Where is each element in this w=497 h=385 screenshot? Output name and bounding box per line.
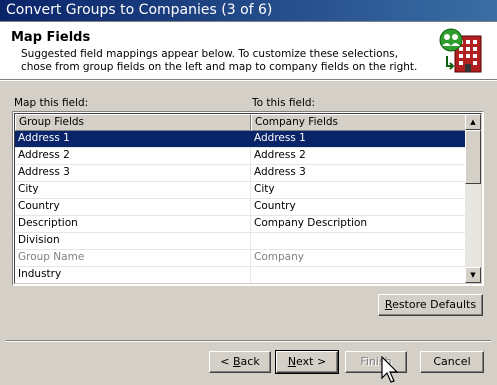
footer-separator	[6, 340, 491, 342]
back-label-pre: <	[220, 355, 233, 368]
table-row[interactable]: Description Company Description	[15, 216, 467, 233]
cancel-label: Cancel	[433, 355, 471, 368]
next-mnemonic: N	[287, 355, 297, 368]
table-row[interactable]: Industry	[15, 267, 467, 283]
group-field-cell[interactable]: Group Name	[15, 250, 251, 266]
next-label: ext >	[296, 355, 327, 368]
table-row[interactable]: Address 2 Address 2	[15, 148, 467, 165]
group-field-cell[interactable]: Division	[15, 233, 251, 249]
group-field-cell[interactable]: Address 3	[15, 165, 251, 181]
company-field-cell[interactable]	[251, 267, 467, 283]
page-description: Suggested field mappings appear below. T…	[21, 48, 418, 73]
table-row[interactable]: Address 1 Address 1	[15, 131, 467, 148]
table-row[interactable]: Country Country	[15, 199, 467, 216]
field-mapping-grid[interactable]: Group Fields Company Fields Address 1 Add…	[12, 111, 484, 286]
groups-to-company-icon	[439, 28, 482, 73]
title-bar[interactable]: Convert Groups to Companies (3 of 6)	[0, 0, 497, 22]
table-row[interactable]: City City	[15, 182, 467, 199]
scroll-up-icon[interactable]: ▲	[465, 114, 481, 130]
company-field-cell[interactable]: Address 3	[251, 165, 467, 181]
next-button[interactable]: Next >	[275, 350, 339, 374]
page-title: Map Fields	[11, 30, 91, 45]
company-field-cell[interactable]: Company	[251, 250, 467, 266]
wizard-header: Map Fields Suggested field mappings appe…	[0, 22, 497, 80]
back-label: ack	[240, 355, 260, 368]
restore-defaults-mnemonic: R	[384, 298, 393, 311]
restore-defaults-label: estore Defaults	[392, 298, 477, 311]
company-field-cell[interactable]: Address 2	[251, 148, 467, 164]
grid-header: Group Fields Company Fields	[15, 114, 467, 131]
table-row[interactable]: Division	[15, 233, 467, 250]
back-mnemonic: B	[233, 355, 241, 368]
company-field-cell[interactable]: City	[251, 182, 467, 198]
group-field-cell[interactable]: Description	[15, 216, 251, 232]
group-field-cell[interactable]: City	[15, 182, 251, 198]
mouse-pointer-icon	[381, 356, 399, 383]
group-field-cell[interactable]: Address 1	[15, 131, 251, 147]
restore-defaults-button[interactable]: Restore Defaults	[378, 294, 483, 316]
group-field-cell[interactable]: Industry	[15, 267, 251, 283]
back-button[interactable]: < Back	[209, 351, 271, 373]
company-field-cell[interactable]: Address 1	[251, 131, 467, 147]
company-field-cell[interactable]: Company Description	[251, 216, 467, 232]
cancel-button[interactable]: Cancel	[420, 351, 484, 373]
group-field-cell[interactable]: Address 2	[15, 148, 251, 164]
group-field-cell[interactable]: Country	[15, 199, 251, 215]
map-this-field-label: Map this field:	[14, 97, 89, 109]
table-row[interactable]: Address 3 Address 3	[15, 165, 467, 182]
column-header-company-fields[interactable]: Company Fields	[251, 114, 467, 131]
vertical-scrollbar[interactable]: ▲ ▼	[465, 114, 481, 283]
grid-rows: Address 1 Address 1 Address 2 Address 2 Addr…	[15, 131, 467, 283]
column-header-group-fields[interactable]: Group Fields	[15, 114, 251, 131]
company-field-cell[interactable]: Country	[251, 199, 467, 215]
window-title: Convert Groups to Companies (3 of 6)	[6, 2, 273, 18]
scroll-thumb[interactable]	[465, 130, 481, 184]
table-row[interactable]: Group Name Company	[15, 250, 467, 267]
scroll-down-icon[interactable]: ▼	[465, 267, 481, 283]
company-field-cell[interactable]	[251, 233, 467, 249]
to-this-field-label: To this field:	[252, 97, 316, 109]
